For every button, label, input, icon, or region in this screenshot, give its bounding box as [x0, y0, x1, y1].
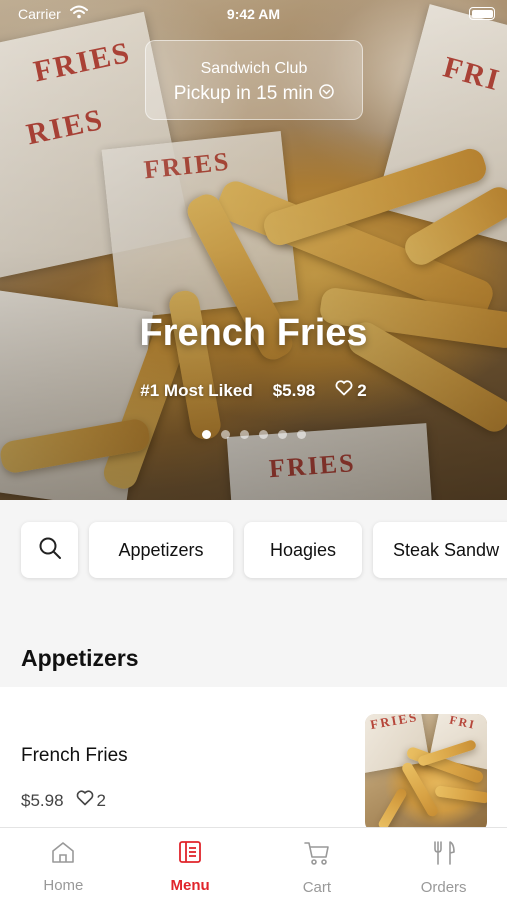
- hero-likes[interactable]: 2: [335, 380, 367, 401]
- tab-home[interactable]: Home: [0, 828, 127, 900]
- tab-label: Cart: [302, 879, 332, 896]
- carousel-dot[interactable]: [220, 430, 230, 439]
- menu-item-meta: $5.98 2: [21, 790, 106, 811]
- menu-item-likes[interactable]: 2: [76, 790, 106, 811]
- category-bar: Appetizers Hoagies Steak Sandw: [0, 500, 507, 618]
- category-chip-steak-sandwiches[interactable]: Steak Sandw: [373, 522, 507, 578]
- carousel-dot[interactable]: [201, 430, 211, 439]
- tab-menu[interactable]: Menu: [127, 828, 254, 900]
- chevron-down-circle-icon: [319, 83, 334, 105]
- hero-banner[interactable]: FRIESRIES FRI FRIES FRIES Carrier 9:42 A…: [0, 0, 507, 500]
- menu-item-card[interactable]: French Fries $5.98 2 FRIES FRI: [0, 687, 507, 837]
- carousel-dots[interactable]: [0, 430, 507, 439]
- pickup-label: Pickup in 15 min: [173, 83, 314, 104]
- status-bar: Carrier 9:42 AM: [0, 0, 507, 28]
- store-selector[interactable]: Sandwich Club Pickup in 15 min: [145, 40, 363, 120]
- tab-label: Menu: [170, 877, 210, 894]
- heart-icon: [335, 380, 353, 401]
- orders-icon: [432, 840, 456, 870]
- tab-orders[interactable]: Orders: [380, 828, 507, 900]
- category-label: Appetizers: [118, 539, 204, 560]
- carousel-dot[interactable]: [296, 430, 306, 439]
- hero-badge: #1 Most Liked: [140, 380, 253, 400]
- tab-label: Orders: [420, 879, 467, 896]
- carousel-dot[interactable]: [277, 430, 287, 439]
- store-name: Sandwich Club: [200, 60, 308, 77]
- hero-price: $5.98: [272, 380, 316, 400]
- cart-icon: [303, 840, 331, 870]
- carousel-dot[interactable]: [258, 430, 268, 439]
- category-label: Hoagies: [269, 539, 337, 560]
- home-icon: [50, 840, 76, 868]
- menu-item-likes-count: 2: [96, 790, 107, 810]
- menu-icon: [178, 840, 202, 868]
- battery-icon: [469, 7, 495, 20]
- hero-meta: #1 Most Liked $5.98 2: [0, 380, 507, 401]
- section-title: Appetizers: [21, 645, 139, 671]
- heart-icon: [76, 790, 94, 811]
- tab-bar: Home Menu Cart Orders: [0, 827, 507, 900]
- hero-title: French Fries: [139, 312, 368, 354]
- category-chip-appetizers[interactable]: Appetizers: [89, 522, 233, 578]
- carousel-dot[interactable]: [239, 430, 249, 439]
- search-icon: [38, 536, 62, 565]
- menu-item-price: $5.98: [21, 790, 64, 810]
- category-label: Steak Sandw: [393, 539, 500, 560]
- search-button[interactable]: [21, 522, 78, 578]
- tab-cart[interactable]: Cart: [254, 828, 381, 900]
- category-chip-hoagies[interactable]: Hoagies: [244, 522, 362, 578]
- pickup-time: Pickup in 15 min: [146, 83, 362, 105]
- status-time: 9:42 AM: [226, 6, 281, 22]
- hero-likes-count: 2: [357, 380, 367, 400]
- menu-item-image: FRIES FRI: [365, 714, 487, 832]
- menu-item-name: French Fries: [21, 745, 128, 766]
- tab-label: Home: [43, 877, 84, 894]
